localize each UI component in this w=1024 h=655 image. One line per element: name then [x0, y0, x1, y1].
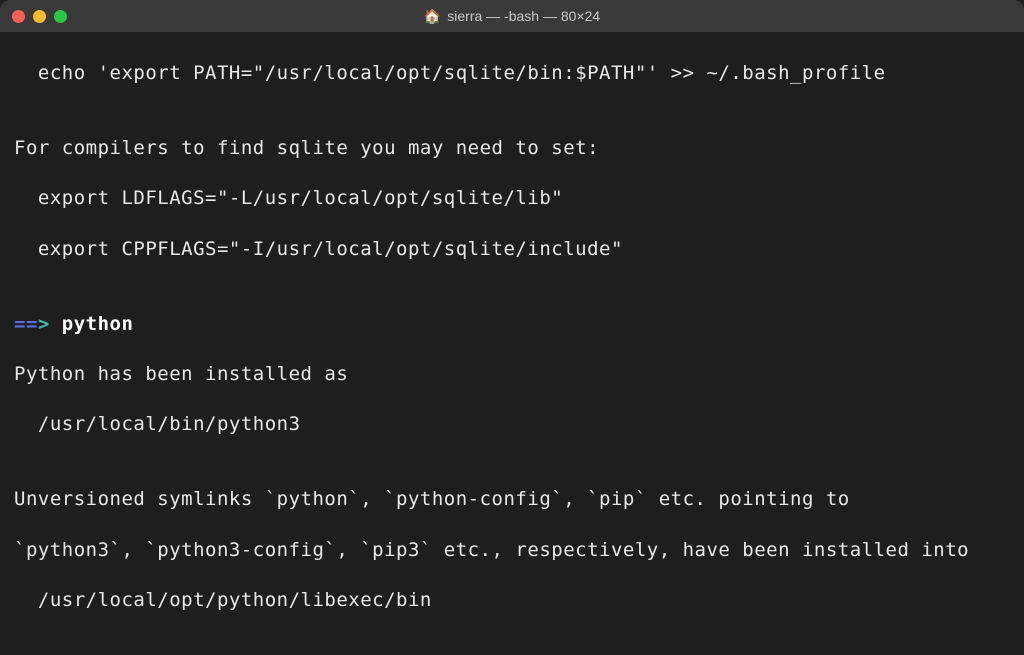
caveat-header: ==> python: [14, 312, 1010, 337]
terminal-window: 🏠 sierra — -bash — 80×24 echo 'export PA…: [0, 0, 1024, 655]
window-title: 🏠 sierra — -bash — 80×24: [424, 8, 600, 24]
close-button[interactable]: [12, 10, 25, 23]
home-icon: 🏠: [424, 9, 441, 23]
output-line: export LDFLAGS="-L/usr/local/opt/sqlite/…: [14, 186, 1010, 211]
output-line: For compilers to find sqlite you may nee…: [14, 136, 1010, 161]
output-line: Unversioned symlinks `python`, `python-c…: [14, 487, 1010, 512]
maximize-button[interactable]: [54, 10, 67, 23]
titlebar: 🏠 sierra — -bash — 80×24: [0, 0, 1024, 32]
output-line: Python has been installed as: [14, 362, 1010, 387]
arrow-icon: >: [38, 313, 50, 335]
output-line: echo 'export PATH="/usr/local/opt/sqlite…: [14, 61, 1010, 86]
traffic-lights: [12, 10, 67, 23]
package-name: python: [62, 313, 134, 335]
minimize-button[interactable]: [33, 10, 46, 23]
output-line: /usr/local/bin/python3: [14, 412, 1010, 437]
window-title-text: sierra — -bash — 80×24: [447, 8, 600, 24]
output-line: /usr/local/opt/python/libexec/bin: [14, 588, 1010, 613]
arrow-icon: ==: [14, 313, 38, 335]
output-line: `python3`, `python3-config`, `pip3` etc.…: [14, 538, 1010, 563]
terminal-output[interactable]: echo 'export PATH="/usr/local/opt/sqlite…: [0, 32, 1024, 655]
output-line: export CPPFLAGS="-I/usr/local/opt/sqlite…: [14, 237, 1010, 262]
